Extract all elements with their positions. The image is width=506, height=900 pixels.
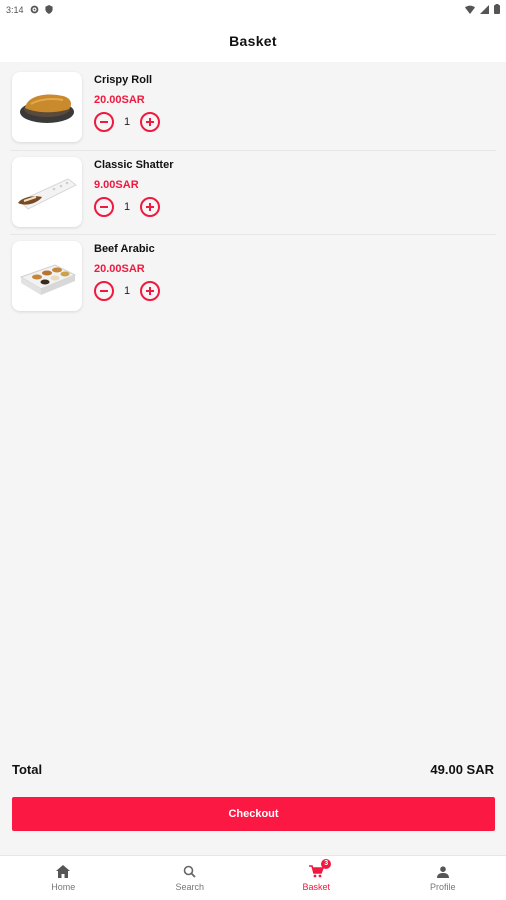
item-name: Classic Shatter <box>94 159 174 171</box>
person-icon <box>435 865 451 879</box>
total-row: Total 49.00 SAR <box>12 762 494 777</box>
wifi-icon <box>465 5 475 16</box>
basket-item: Beef Arabic 20.00SAR 1 <box>10 234 496 318</box>
nav-home-label: Home <box>51 881 76 892</box>
quantity-value: 1 <box>123 116 131 128</box>
nav-profile-label: Profile <box>429 881 456 892</box>
decrease-quantity-button[interactable] <box>94 197 114 217</box>
item-image <box>12 241 82 311</box>
minus-icon <box>100 206 108 208</box>
quantity-value: 1 <box>123 201 131 213</box>
quantity-stepper: 1 <box>94 197 173 217</box>
item-price: 9.00SAR <box>94 179 139 191</box>
item-name: Beef Arabic <box>94 243 155 255</box>
decrease-quantity-button[interactable] <box>94 112 114 132</box>
quantity-stepper: 1 <box>94 281 160 301</box>
item-name: Crispy Roll <box>94 74 153 86</box>
total-label: Total <box>12 762 43 777</box>
page-title: Basket <box>229 33 277 49</box>
basket-item: Crispy Roll 20.00SAR 1 <box>10 66 496 150</box>
quantity-value: 1 <box>123 285 131 297</box>
signal-icon <box>480 4 489 16</box>
bottom-nav: Home Search 3 Basket Profile <box>0 855 506 900</box>
nav-profile[interactable]: Profile <box>380 856 506 900</box>
nav-home[interactable]: Home <box>0 856 127 900</box>
basket-count-badge: 3 <box>321 858 332 869</box>
nav-basket-label: Basket <box>302 881 330 892</box>
basket-list: Crispy Roll 20.00SAR 1 Classic Shatter 9… <box>0 66 506 318</box>
settings-status-icon <box>30 5 39 16</box>
increase-quantity-button[interactable] <box>140 112 160 132</box>
item-price: 20.00SAR <box>94 94 145 106</box>
basket-item: Classic Shatter 9.00SAR 1 <box>10 150 496 234</box>
increase-quantity-button[interactable] <box>140 197 160 217</box>
nav-search-label: Search <box>175 881 205 892</box>
item-image <box>12 72 82 142</box>
plus-icon <box>146 118 154 126</box>
nav-search[interactable]: Search <box>127 856 254 900</box>
status-time: 3:14 <box>6 5 24 15</box>
shield-status-icon <box>44 4 53 16</box>
plus-icon <box>146 203 154 211</box>
minus-icon <box>100 290 108 292</box>
increase-quantity-button[interactable] <box>140 281 160 301</box>
item-price: 20.00SAR <box>94 263 145 275</box>
checkout-button[interactable]: Checkout <box>12 797 495 831</box>
app-bar: Basket <box>0 20 506 62</box>
total-value: 49.00 SAR <box>430 762 494 777</box>
quantity-stepper: 1 <box>94 112 160 132</box>
checkout-label: Checkout <box>228 808 279 820</box>
battery-icon <box>494 4 500 16</box>
minus-icon <box>100 121 108 123</box>
plus-icon <box>146 287 154 295</box>
decrease-quantity-button[interactable] <box>94 281 114 301</box>
cart-icon: 3 <box>308 858 332 879</box>
home-icon <box>55 865 71 879</box>
nav-basket[interactable]: 3 Basket <box>253 856 380 900</box>
item-image <box>12 157 82 227</box>
status-bar: 3:14 <box>0 0 506 20</box>
search-icon <box>182 865 198 879</box>
